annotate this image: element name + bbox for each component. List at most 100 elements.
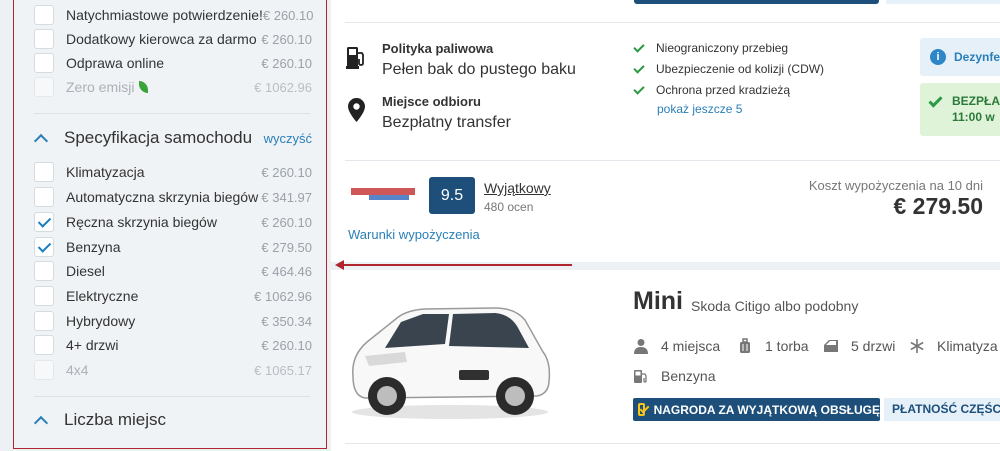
filter-4plus-doors[interactable]: 4+ drzwi € 260.10 (34, 334, 312, 356)
badge-text: NAGRODA ZA WYJĄTKOWĄ OBSŁUGĘ (653, 402, 880, 417)
award-check-icon (638, 403, 645, 416)
filter-price: € 260.10 (261, 337, 312, 353)
filter-price: € 341.97 (261, 189, 312, 205)
spec-ac: Klimatyza (909, 338, 998, 354)
car-door-icon (824, 340, 838, 352)
filter-label: 4x4 (66, 362, 89, 378)
filter-online-checkin[interactable]: Odprawa online € 260.10 (34, 52, 312, 74)
check-icon (928, 93, 943, 108)
select-button[interactable] (634, 0, 879, 4)
filter-manual[interactable]: Ręczna skrzynia biegów € 260.10 (34, 211, 312, 233)
feature-item: Ubezpieczenie od kolizji (CDW) (633, 61, 825, 76)
check-icon (633, 82, 645, 95)
filter-price: € 279.50 (261, 239, 312, 255)
filter-diesel[interactable]: Diesel € 464.46 (34, 260, 312, 282)
feature-item: Ochrona przed kradzieżą (633, 82, 791, 97)
luggage-icon (740, 338, 750, 353)
checkbox[interactable] (34, 335, 54, 355)
checkbox[interactable] (34, 162, 54, 182)
spec-text: 5 drzwi (851, 338, 896, 354)
badge-text: BEZPŁA (952, 94, 1000, 108)
secondary-button[interactable] (886, 0, 1000, 4)
cost-label: Koszt wypożyczenia na 10 dni (808, 178, 983, 193)
feature-text: Nieograniczony przebieg (656, 41, 789, 55)
section-title: Specyfikacja samochodu (64, 128, 253, 147)
filter-label: Klimatyzacja (66, 164, 145, 180)
checkbox[interactable] (34, 53, 54, 73)
checkbox-checked[interactable] (34, 212, 54, 232)
feature-text: Ubezpieczenie od kolizji (CDW) (656, 62, 825, 76)
badge-text: Dezynfe (954, 50, 1000, 64)
chevron-up-icon[interactable] (33, 133, 49, 148)
divider (34, 396, 310, 397)
disinfection-badge: i Dezynfe (920, 38, 1000, 76)
divider (345, 443, 1000, 444)
filter-price: € 260.10 (262, 7, 314, 23)
filter-label: Zero emisji (66, 79, 254, 95)
filter-electric[interactable]: Elektryczne € 1062.96 (34, 285, 312, 307)
pickup-title: Miejsce odbioru (382, 94, 481, 109)
filter-label: Automatyczna skrzynia biegów (66, 189, 259, 205)
supplier-logo (351, 188, 415, 200)
feature-text: Ochrona przed kradzieżą (656, 83, 791, 97)
car-image (352, 307, 551, 419)
filter-price: € 464.46 (261, 263, 312, 279)
results-list: Polityka paliwowa Pełen bak do pustego b… (331, 0, 1000, 451)
filter-price: € 1065.17 (254, 362, 312, 378)
check-icon (633, 61, 645, 74)
rental-terms-link[interactable]: Warunki wypożyczenia (348, 227, 480, 242)
filter-label: Odprawa online (66, 55, 165, 71)
filter-price: € 260.10 (261, 164, 312, 180)
filter-label: Diesel (66, 263, 105, 279)
section-car-spec-header[interactable]: Specyfikacja samochodu wyczyść (33, 128, 312, 148)
rating-score: 9.5 (429, 177, 475, 214)
filter-hybrid[interactable]: Hybrydowy € 350.34 (34, 310, 312, 332)
filter-automatic[interactable]: Automatyczna skrzynia biegów € 341.97 (34, 186, 312, 208)
divider (345, 160, 1000, 161)
fuel-policy-title: Polityka paliwowa (382, 41, 494, 56)
payment-badge: PŁATNOŚĆ CZĘŚCI (884, 398, 1000, 421)
filter-petrol[interactable]: Benzyna € 279.50 (34, 236, 312, 258)
divider (345, 22, 1000, 23)
page: Natychmiastowe potwierdzenie! € 260.10 D… (0, 0, 1000, 451)
checkbox (34, 77, 54, 97)
filter-label: Hybrydowy (66, 313, 136, 329)
filter-price: € 260.10 (261, 55, 312, 71)
chevron-up-icon[interactable] (33, 415, 49, 430)
car-category: Mini (633, 287, 683, 315)
checkbox[interactable] (34, 311, 54, 331)
show-more-link[interactable]: pokaż jeszcze 5 (657, 102, 742, 116)
spec-text: Klimatyza (937, 338, 998, 354)
car-model: Skoda Citigo albo podobny (691, 298, 859, 314)
badge-text: 11:00 w (952, 110, 995, 124)
filter-sidebar: Natychmiastowe potwierdzenie! € 260.10 D… (13, 0, 327, 449)
rating-count: 480 ocen (484, 200, 534, 214)
pickup-value: Bezpłatny transfer (382, 114, 511, 131)
filter-label: Benzyna (66, 239, 121, 255)
filter-label-text: Zero emisji (66, 79, 135, 95)
offer-card: Polityka paliwowa Pełen bak do pustego b… (331, 0, 1000, 262)
checkbox[interactable] (34, 187, 54, 207)
checkbox[interactable] (34, 286, 54, 306)
checkbox-checked[interactable] (34, 237, 54, 257)
check-icon (633, 40, 645, 53)
spec-doors: 5 drzwi (823, 338, 895, 354)
spec-text: Benzyna (661, 368, 716, 384)
checkbox[interactable] (34, 29, 54, 49)
filter-extra-driver[interactable]: Dodatkowy kierowca za darmo € 260.10 (34, 28, 312, 50)
award-badge: NAGRODA ZA WYJĄTKOWĄ OBSŁUGĘ (633, 398, 880, 421)
filter-label: Dodatkowy kierowca za darmo (66, 31, 257, 47)
divider (34, 113, 310, 114)
checkbox[interactable] (34, 261, 54, 281)
fuel-pump-icon (346, 47, 364, 69)
checkbox[interactable] (34, 5, 54, 25)
filter-ac[interactable]: Klimatyzacja € 260.10 (34, 161, 312, 183)
filter-label: 4+ drzwi (66, 337, 119, 353)
spec-fuel: Benzyna (633, 368, 715, 384)
filter-instant-confirmation[interactable]: Natychmiastowe potwierdzenie! € 260.10 (34, 4, 314, 26)
checkbox (34, 360, 54, 380)
filter-price: € 1062.96 (254, 288, 312, 304)
clear-filters-link[interactable]: wyczyść (264, 131, 312, 146)
section-seats-header[interactable]: Liczba miejsc (33, 410, 312, 430)
rating-label[interactable]: Wyjątkowy (484, 180, 551, 196)
